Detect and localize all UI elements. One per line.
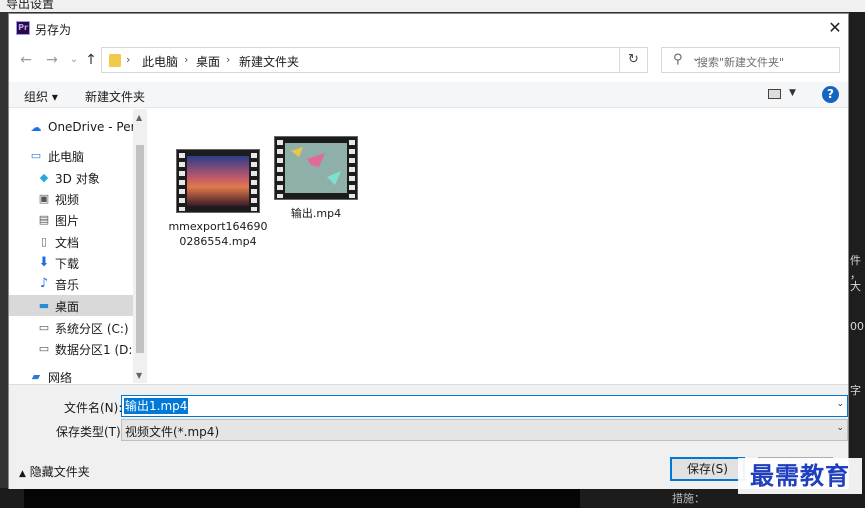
desktop-icon: ▬ bbox=[38, 299, 50, 312]
view-options-icon[interactable] bbox=[768, 89, 781, 99]
background-title-text: 导出设置 bbox=[6, 0, 55, 11]
background-text: 字 bbox=[850, 384, 861, 397]
sidebar-item-pictures[interactable]: ▤ 图片 bbox=[9, 209, 133, 230]
file-name: mmexport1646900286554.mp4 bbox=[168, 220, 268, 248]
file-item[interactable]: 输出.mp4 bbox=[266, 136, 366, 221]
download-icon: ⬇ bbox=[38, 255, 50, 270]
forward-arrow-icon[interactable]: → bbox=[43, 51, 61, 69]
paper-crane-icon bbox=[291, 147, 341, 185]
video-thumbnail-icon bbox=[274, 136, 358, 200]
hide-folders-button[interactable]: ▲ 隐藏文件夹 bbox=[19, 463, 90, 480]
folder-icon bbox=[109, 54, 121, 67]
sidebar-item-system-drive[interactable]: ▭ 系统分区 (C:) bbox=[9, 317, 133, 338]
sidebar-item-downloads[interactable]: ⬇ 下载 bbox=[9, 252, 133, 273]
sidebar-item-network[interactable]: ▰ 网络 bbox=[9, 366, 133, 383]
breadcrumb-this-pc[interactable]: 此电脑 bbox=[142, 53, 178, 70]
filetype-label: 保存类型(T): bbox=[56, 425, 125, 439]
chevron-down-icon[interactable]: ▼ bbox=[789, 88, 796, 98]
chevron-up-icon: ▲ bbox=[19, 469, 26, 479]
background-preview bbox=[24, 488, 580, 508]
sidebar-scroll-thumb[interactable] bbox=[136, 145, 144, 353]
document-icon: ▯ bbox=[40, 235, 48, 248]
system-drive-icon: ▭ bbox=[38, 321, 50, 334]
filename-label: 文件名(N): bbox=[64, 401, 123, 415]
save-options-panel: 文件名(N): 输出1.mp4 ⌄ 保存类型(T): 视频文件(*.mp4) ⌄… bbox=[9, 384, 848, 489]
sidebar-item-label: 系统分区 (C:) bbox=[55, 322, 129, 336]
address-bar[interactable]: › 此电脑 › 桌面 › 新建文件夹 ⌄ bbox=[101, 47, 700, 73]
chevron-down-icon[interactable]: ⌄ bbox=[836, 399, 844, 409]
video-thumbnail-icon bbox=[176, 149, 260, 213]
background-bottom: 措施： bbox=[0, 488, 865, 508]
sidebar-scrollbar[interactable]: ▲ ▼ bbox=[133, 109, 147, 383]
search-icon: ⚲ bbox=[673, 52, 683, 67]
background-title: 导出设置 bbox=[0, 0, 865, 12]
premiere-app-icon: Pr bbox=[16, 21, 30, 35]
sidebar-item-label: 音乐 bbox=[55, 278, 80, 292]
chevron-right-icon: › bbox=[126, 53, 131, 66]
sidebar-item-label: 此电脑 bbox=[48, 150, 85, 164]
back-arrow-icon[interactable]: ← bbox=[17, 51, 35, 69]
sidebar-item-this-pc[interactable]: ▭ 此电脑 bbox=[9, 145, 133, 166]
title-bar: Pr 另存为 ✕ bbox=[9, 14, 848, 42]
drive-icon: ▭ bbox=[38, 342, 50, 355]
recent-locations-icon[interactable]: ⌄ bbox=[65, 51, 83, 69]
new-folder-button[interactable]: 新建文件夹 bbox=[85, 88, 145, 105]
refresh-button[interactable]: ↻ bbox=[620, 47, 648, 73]
filename-input[interactable]: 输出1.mp4 ⌄ bbox=[121, 395, 848, 417]
save-as-dialog: Pr 另存为 ✕ ← → ⌄ ↑ › 此电脑 › 桌面 › 新建文件夹 ⌄ ↻ … bbox=[8, 13, 849, 489]
filetype-value: 视频文件(*.mp4) bbox=[125, 425, 220, 439]
sidebar-item-videos[interactable]: ▣ 视频 bbox=[9, 188, 133, 209]
chevron-right-icon: › bbox=[184, 53, 189, 66]
help-icon[interactable]: ? bbox=[822, 86, 839, 103]
save-button[interactable]: 保存(S) bbox=[670, 457, 745, 481]
navigation-bar: ← → ⌄ ↑ › 此电脑 › 桌面 › 新建文件夹 ⌄ ↻ ⚲ 搜索"新建文件… bbox=[9, 44, 848, 76]
sidebar-item-desktop[interactable]: ▬ 桌面 bbox=[9, 295, 133, 316]
cube-icon: ◆ bbox=[39, 171, 49, 184]
sidebar-item-label: 桌面 bbox=[55, 300, 80, 314]
network-icon: ▰ bbox=[31, 370, 41, 383]
scroll-down-icon[interactable]: ▼ bbox=[136, 371, 142, 380]
filetype-select[interactable]: 视频文件(*.mp4) ⌄ bbox=[121, 419, 848, 441]
command-toolbar: 组织 ▾ 新建文件夹 ▼ ? bbox=[9, 82, 848, 108]
sidebar-item-label: 网络 bbox=[48, 371, 73, 383]
breadcrumb-desktop[interactable]: 桌面 bbox=[196, 53, 220, 70]
chevron-down-icon[interactable]: ⌄ bbox=[836, 423, 844, 433]
file-list: mmexport1646900286554.mp4 输出.mp4 bbox=[148, 109, 848, 383]
sidebar-item-music[interactable]: ♪ 音乐 bbox=[9, 273, 133, 294]
music-icon: ♪ bbox=[39, 276, 49, 291]
organize-button[interactable]: 组织 ▾ bbox=[24, 88, 58, 105]
file-item[interactable]: mmexport1646900286554.mp4 bbox=[168, 149, 268, 249]
navigation-pane: ☁ OneDrive - Perso ▭ 此电脑 ◆ 3D 对象 ▣ 视频 ▤ … bbox=[9, 109, 147, 383]
search-input[interactable]: ⚲ 搜索"新建文件夹" bbox=[661, 47, 840, 73]
sidebar-item-onedrive[interactable]: ☁ OneDrive - Perso bbox=[9, 117, 148, 138]
filename-value[interactable]: 输出1.mp4 bbox=[124, 398, 189, 414]
background-right-panel: 件 ， 大 00 字 bbox=[848, 12, 865, 508]
search-placeholder: 搜索"新建文件夹" bbox=[697, 56, 785, 69]
sidebar-item-label: 视频 bbox=[55, 193, 80, 207]
sidebar-item-label: 数据分区1 (D:) bbox=[55, 343, 138, 357]
chevron-right-icon: › bbox=[226, 53, 231, 66]
background-text: 措施： bbox=[672, 492, 705, 505]
sidebar-item-label: 图片 bbox=[55, 214, 80, 228]
breadcrumb-new-folder[interactable]: 新建文件夹 bbox=[239, 53, 299, 70]
dialog-title: 另存为 bbox=[35, 23, 72, 37]
cloud-icon: ☁ bbox=[30, 121, 42, 134]
scroll-up-icon[interactable]: ▲ bbox=[136, 113, 142, 122]
hide-folders-label: 隐藏文件夹 bbox=[29, 465, 90, 479]
sidebar-item-3d-objects[interactable]: ◆ 3D 对象 bbox=[9, 167, 133, 188]
sidebar-item-label: 文档 bbox=[55, 236, 80, 250]
sidebar-item-label: 3D 对象 bbox=[55, 172, 100, 186]
computer-icon: ▭ bbox=[30, 149, 42, 162]
close-button[interactable]: ✕ bbox=[825, 18, 845, 38]
up-folder-icon[interactable]: ↑ bbox=[82, 51, 100, 69]
background-text: 00 bbox=[850, 320, 864, 333]
sidebar-item-label: 下载 bbox=[55, 257, 80, 271]
sidebar-item-data-drive[interactable]: ▭ 数据分区1 (D:) bbox=[9, 338, 137, 359]
file-name: 输出.mp4 bbox=[290, 207, 342, 220]
sidebar-item-documents[interactable]: ▯ 文档 bbox=[9, 231, 133, 252]
video-icon: ▣ bbox=[38, 192, 50, 205]
picture-icon: ▤ bbox=[38, 213, 50, 226]
watermark-logo: 最需教育 bbox=[738, 458, 862, 494]
background-text: 大 bbox=[850, 280, 861, 293]
